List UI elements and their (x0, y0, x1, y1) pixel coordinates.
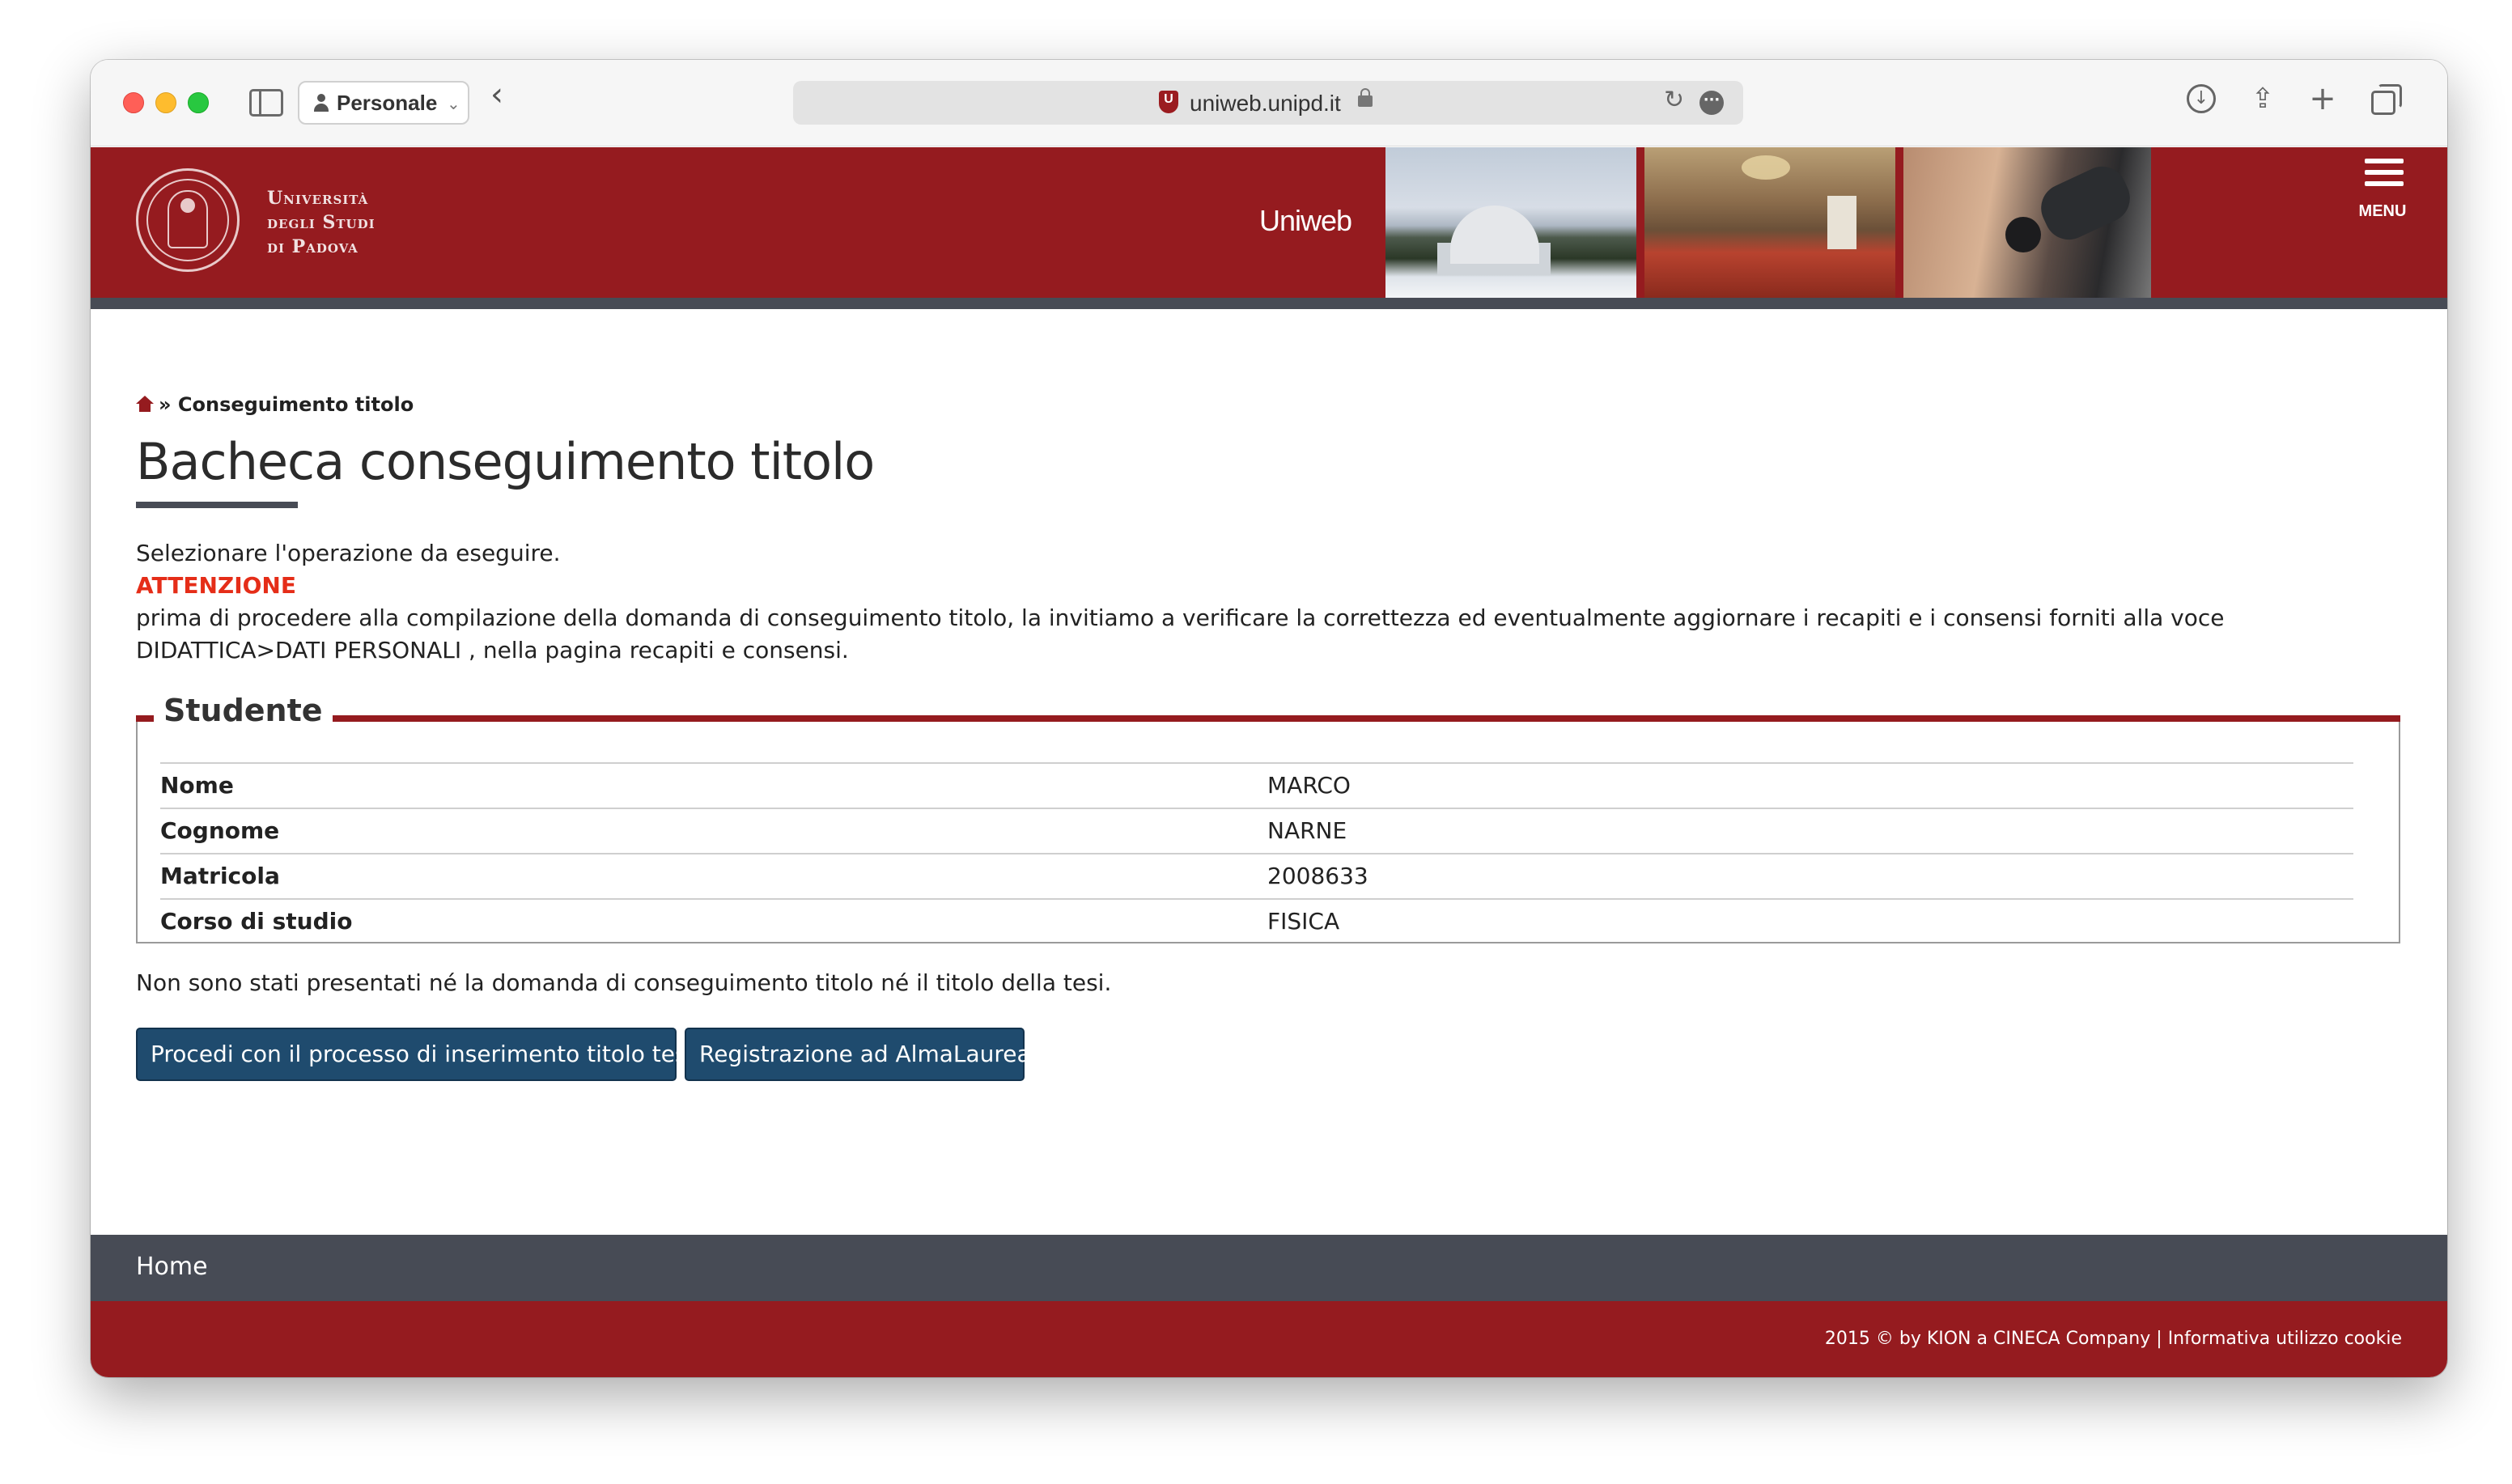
share-icon[interactable]: ⇪ (2245, 81, 2281, 117)
chevron-down-icon: ⌄ (447, 94, 460, 113)
title-underline (136, 502, 298, 508)
table-row: Corso di studio FISICA (160, 898, 2353, 943)
table-row: Cognome NARNE (160, 808, 2353, 853)
instruction-text: Selezionare l'operazione da eseguire. (136, 540, 561, 566)
person-icon (312, 94, 330, 112)
table-row: Nome MARCO (160, 762, 2353, 808)
university-name-line-2: degli Studi (267, 212, 376, 233)
close-window-button[interactable] (123, 92, 144, 113)
university-name-line-3: di Padova (267, 236, 359, 257)
footer-copyright: 2015 © by KION a CINECA Company | Inform… (1825, 1329, 2402, 1349)
menu-label: MENU (2358, 202, 2407, 220)
lock-icon (1358, 88, 1373, 108)
hall-photo (1644, 147, 1895, 298)
row-value-corso: FISICA (1267, 908, 1340, 935)
university-name[interactable]: Università degli Studi di Padova (267, 186, 376, 259)
cookie-policy-link[interactable]: Informativa utilizzo cookie (2168, 1329, 2402, 1349)
tabs-icon[interactable] (2366, 81, 2402, 117)
download-icon[interactable]: ↓ (2183, 81, 2219, 117)
observatory-photo (1385, 147, 1636, 298)
url-text: uniweb.unipd.it (1190, 91, 1341, 116)
breadcrumb-current: Conseguimento titolo (177, 393, 414, 416)
menu-button[interactable]: MENU (2353, 159, 2412, 223)
row-label-cognome: Cognome (160, 817, 280, 844)
row-value-cognome: NARNE (1267, 817, 1347, 844)
intro-text: Selezionare l'operazione da eseguire. AT… (136, 537, 2402, 667)
row-value-matricola: 2008633 (1267, 863, 1368, 889)
header-divider (91, 298, 2447, 309)
row-label-nome: Nome (160, 772, 234, 799)
row-label-corso: Corso di studio (160, 908, 353, 935)
plus-icon[interactable]: + (2305, 81, 2340, 117)
breadcrumb-separator: » (159, 393, 172, 416)
row-label-matricola: Matricola (160, 863, 280, 889)
row-value-nome: MARCO (1267, 772, 1351, 799)
student-info-table: Nome MARCO Cognome NARNE Matricola 20086… (160, 762, 2353, 943)
minimize-window-button[interactable] (155, 92, 176, 113)
reload-icon[interactable]: ↻ (1664, 86, 1684, 114)
footer-nav: Home (91, 1235, 2447, 1301)
zoom-window-button[interactable] (188, 92, 209, 113)
address-bar[interactable]: U uniweb.unipd.it ↻ ··· (793, 81, 1743, 125)
browser-toolbar: Personale ⌄ ‹ U uniweb.unipd.it ↻ ··· ↓ … (91, 60, 2447, 146)
student-legend: Studente (154, 693, 333, 728)
profile-label: Personale (337, 91, 438, 115)
app-title: Uniweb (1259, 204, 1352, 237)
profile-selector[interactable]: Personale ⌄ (298, 81, 469, 125)
status-text: Non sono stati presentati né la domanda … (136, 969, 1112, 996)
home-icon[interactable] (136, 396, 154, 412)
warning-text: prima di procedere alla compilazione del… (136, 604, 2225, 664)
browser-window: Personale ⌄ ‹ U uniweb.unipd.it ↻ ··· ↓ … (91, 60, 2447, 1377)
footer-home-link[interactable]: Home (136, 1253, 208, 1281)
breadcrumb: » Conseguimento titolo (136, 393, 414, 416)
page-title: Bacheca conseguimento titolo (136, 432, 875, 491)
university-seal-logo[interactable] (136, 168, 240, 272)
shield-icon: U (1159, 91, 1178, 113)
ellipsis-icon[interactable]: ··· (1699, 91, 1724, 115)
almalaurea-registration-button[interactable]: Registrazione ad AlmaLaurea (685, 1028, 1031, 1081)
hamburger-icon (2365, 159, 2404, 163)
footer-bottom: 2015 © by KION a CINECA Company | Inform… (91, 1301, 2447, 1377)
sidebar-icon[interactable] (249, 89, 283, 117)
copyright-text: 2015 © by KION a CINECA Company (1824, 1329, 2151, 1349)
microscope-photo (1903, 147, 2151, 298)
warning-label: ATTENZIONE (136, 572, 296, 599)
chevron-left-icon[interactable]: ‹ (490, 76, 503, 113)
table-row: Matricola 2008633 (160, 853, 2353, 898)
footer-separator: | (2156, 1329, 2162, 1349)
university-name-line-1: Università (267, 188, 369, 209)
student-fieldset: Studente Nome MARCO Cognome NARNE Matric… (136, 693, 2400, 943)
insert-thesis-title-button[interactable]: Procedi con il processo di inserimento t… (136, 1028, 693, 1081)
